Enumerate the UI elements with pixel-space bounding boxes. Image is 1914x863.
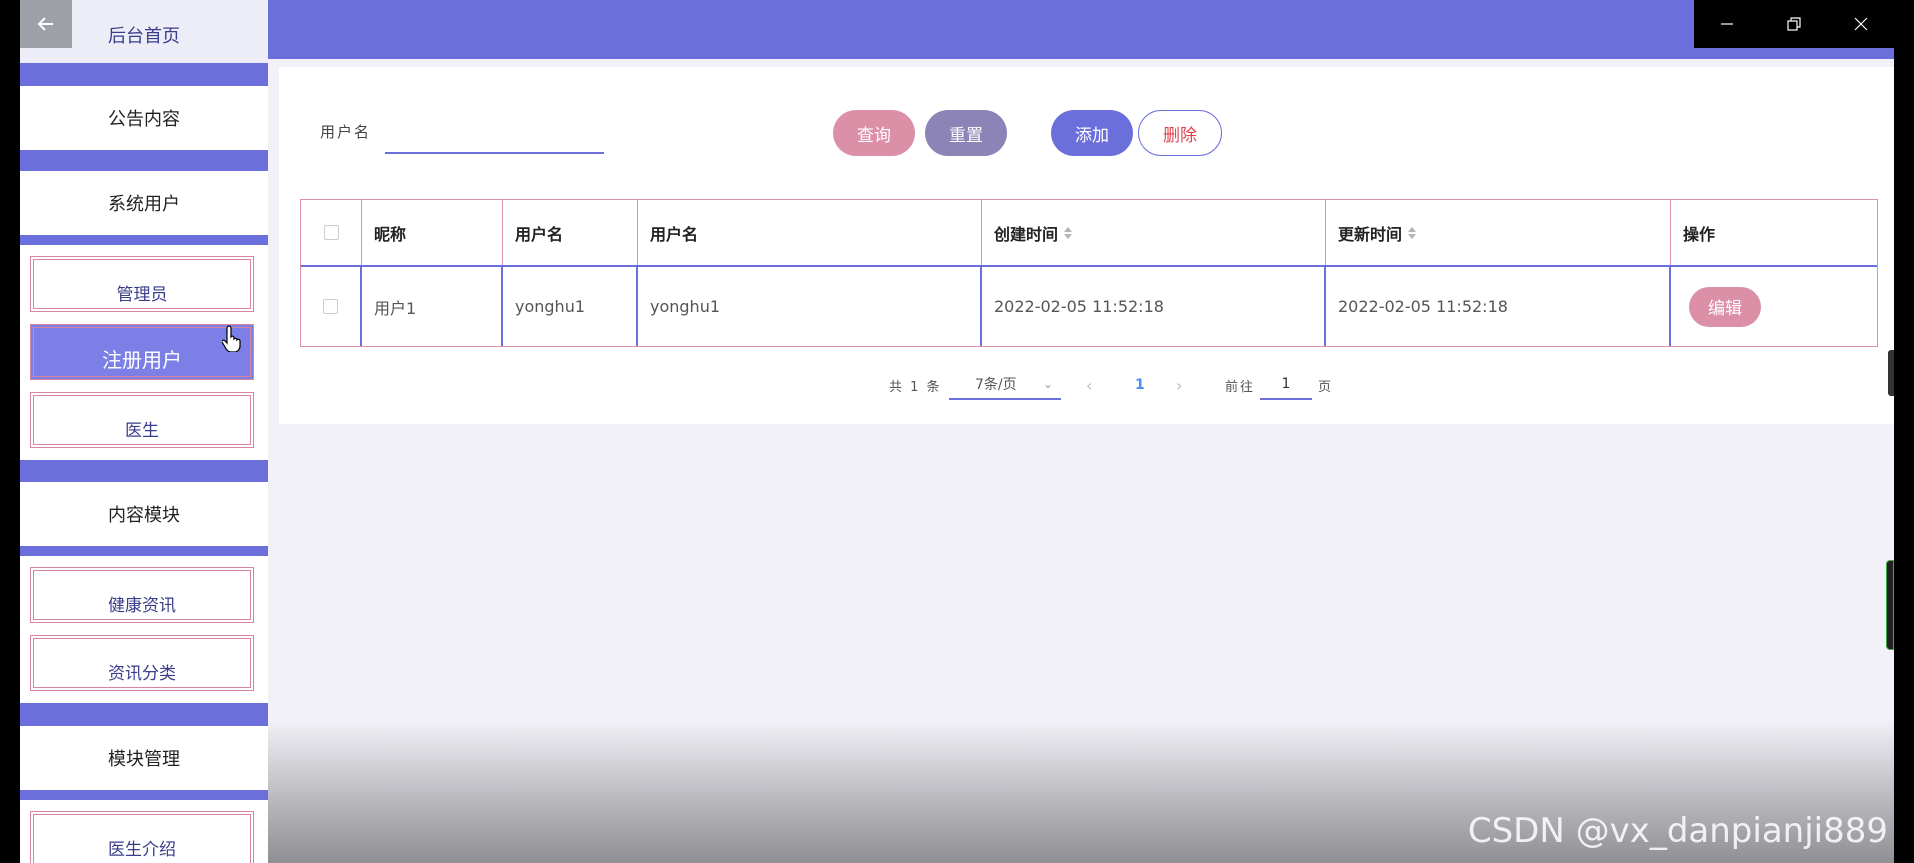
- sidebar-item-admin[interactable]: 管理员: [30, 256, 254, 312]
- sidebar-item-doctor-intro[interactable]: 医生介绍: [30, 811, 254, 863]
- watermark: CSDN @vx_danpianji889: [1467, 811, 1888, 851]
- sidebar-item-doctor[interactable]: 医生: [30, 392, 254, 448]
- add-button[interactable]: 添加: [1051, 110, 1133, 156]
- scroll-handle-2[interactable]: [1886, 560, 1894, 650]
- sidebar: 后台首页 公告内容 系统用户 管理员 注册用户 医生 内容模块 健康资讯 资讯分…: [20, 0, 268, 863]
- sidebar-item-label: 资讯分类: [108, 664, 176, 684]
- sidebar-item-news-category[interactable]: 资讯分类: [30, 635, 254, 691]
- minimize-button[interactable]: [1694, 0, 1761, 48]
- sort-icon[interactable]: [1064, 226, 1073, 239]
- table-header: 昵称 用户名 用户名 创建时间 更新时间 操作: [301, 200, 1877, 267]
- sidebar-section-label: 系统用户: [108, 194, 180, 215]
- sidebar-home-label[interactable]: 后台首页: [108, 22, 180, 48]
- sidebar-item-label: 管理员: [116, 285, 168, 305]
- minimize-icon: [1721, 23, 1734, 25]
- sidebar-submenu-content: 健康资讯 资讯分类: [20, 556, 268, 703]
- header-actions: 操作: [1683, 224, 1716, 244]
- top-header-bar: [268, 0, 1894, 59]
- sidebar-section-modules[interactable]: 模块管理: [20, 726, 268, 790]
- cell-username: yonghu1: [503, 267, 638, 346]
- delete-button[interactable]: 删除: [1138, 110, 1222, 156]
- search-label: 用户名: [320, 123, 372, 141]
- header-username: 用户名: [503, 200, 638, 265]
- users-table: 昵称 用户名 用户名 创建时间 更新时间 操作 用户1 yonghu1 yong…: [300, 199, 1878, 347]
- cell-username-2: yonghu1: [638, 267, 982, 346]
- query-button[interactable]: 查询: [833, 110, 915, 156]
- goto-label: 前往: [1225, 379, 1256, 395]
- arrow-left-icon: [37, 17, 53, 31]
- page-size-value: 7条/页: [975, 377, 1017, 393]
- row-checkbox[interactable]: [323, 299, 338, 314]
- app-viewport: 后台首页 公告内容 系统用户 管理员 注册用户 医生 内容模块 健康资讯 资讯分…: [20, 0, 1894, 863]
- header-label: 更新时间: [1338, 224, 1403, 244]
- edit-button[interactable]: 编辑: [1689, 286, 1761, 327]
- sidebar-home[interactable]: 后台首页: [20, 0, 268, 63]
- sidebar-submenu-system-users: 管理员 注册用户 医生: [20, 245, 268, 460]
- header-username-2: 用户名: [638, 200, 982, 265]
- sidebar-item-label: 医生: [125, 421, 159, 441]
- page-suffix-label: 页: [1318, 379, 1332, 395]
- cell-updated-time: 2022-02-05 11:52:18: [1326, 267, 1671, 346]
- sidebar-item-label: 注册用户: [102, 348, 182, 372]
- next-page-icon[interactable]: ›: [1176, 370, 1182, 400]
- header-label: 创建时间: [994, 224, 1059, 244]
- sidebar-section-content[interactable]: 内容模块: [20, 482, 268, 546]
- cell-nickname: 用户1: [362, 267, 503, 346]
- sidebar-item-health-news[interactable]: 健康资讯: [30, 567, 254, 623]
- reset-button[interactable]: 重置: [925, 110, 1007, 156]
- close-icon: [1854, 17, 1868, 31]
- sidebar-section-system-users[interactable]: 系统用户: [20, 171, 268, 235]
- page-number-current[interactable]: 1: [1135, 370, 1145, 400]
- prev-page-icon[interactable]: ‹: [1086, 370, 1092, 400]
- hand-pointer-icon: [222, 325, 241, 352]
- username-search-input[interactable]: [385, 118, 604, 154]
- goto-page-input[interactable]: 1: [1260, 370, 1312, 400]
- sidebar-section-label: 模块管理: [108, 749, 180, 770]
- select-all-checkbox[interactable]: [323, 225, 339, 240]
- sidebar-item-label: 健康资讯: [108, 596, 176, 616]
- row-select-cell: [301, 267, 362, 346]
- page-size-select[interactable]: 7条/页 ⌄: [949, 370, 1061, 400]
- sidebar-submenu-modules: 医生介绍: [20, 800, 268, 863]
- header-created-time[interactable]: 创建时间: [982, 200, 1326, 265]
- restore-icon: [1787, 17, 1801, 31]
- sidebar-item-label: 医生介绍: [108, 840, 176, 860]
- sidebar-section-label: 内容模块: [108, 505, 180, 526]
- pagination: 共 1 条 7条/页 ⌄ ‹ 1 › 前往 1 页: [20, 370, 1894, 400]
- sidebar-section-label: 公告内容: [108, 109, 180, 130]
- close-button[interactable]: [1827, 0, 1894, 48]
- header-updated-time[interactable]: 更新时间: [1326, 200, 1671, 265]
- cell-created-time: 2022-02-05 11:52:18: [982, 267, 1326, 346]
- scroll-handle[interactable]: [1888, 350, 1894, 396]
- restore-button[interactable]: [1761, 0, 1828, 48]
- sidebar-section-announcement[interactable]: 公告内容: [20, 86, 268, 150]
- header-select-cell: [301, 200, 362, 265]
- header-nickname: 昵称: [362, 200, 503, 265]
- back-button[interactable]: [20, 0, 72, 48]
- window-controls: [1694, 0, 1894, 48]
- sort-icon[interactable]: [1408, 226, 1417, 239]
- table-row: 用户1 yonghu1 yonghu1 2022-02-05 11:52:18 …: [301, 267, 1877, 346]
- chevron-down-icon: ⌄: [1042, 377, 1053, 391]
- cell-actions: 编辑: [1671, 267, 1877, 346]
- pagination-total: 共 1 条: [889, 379, 942, 395]
